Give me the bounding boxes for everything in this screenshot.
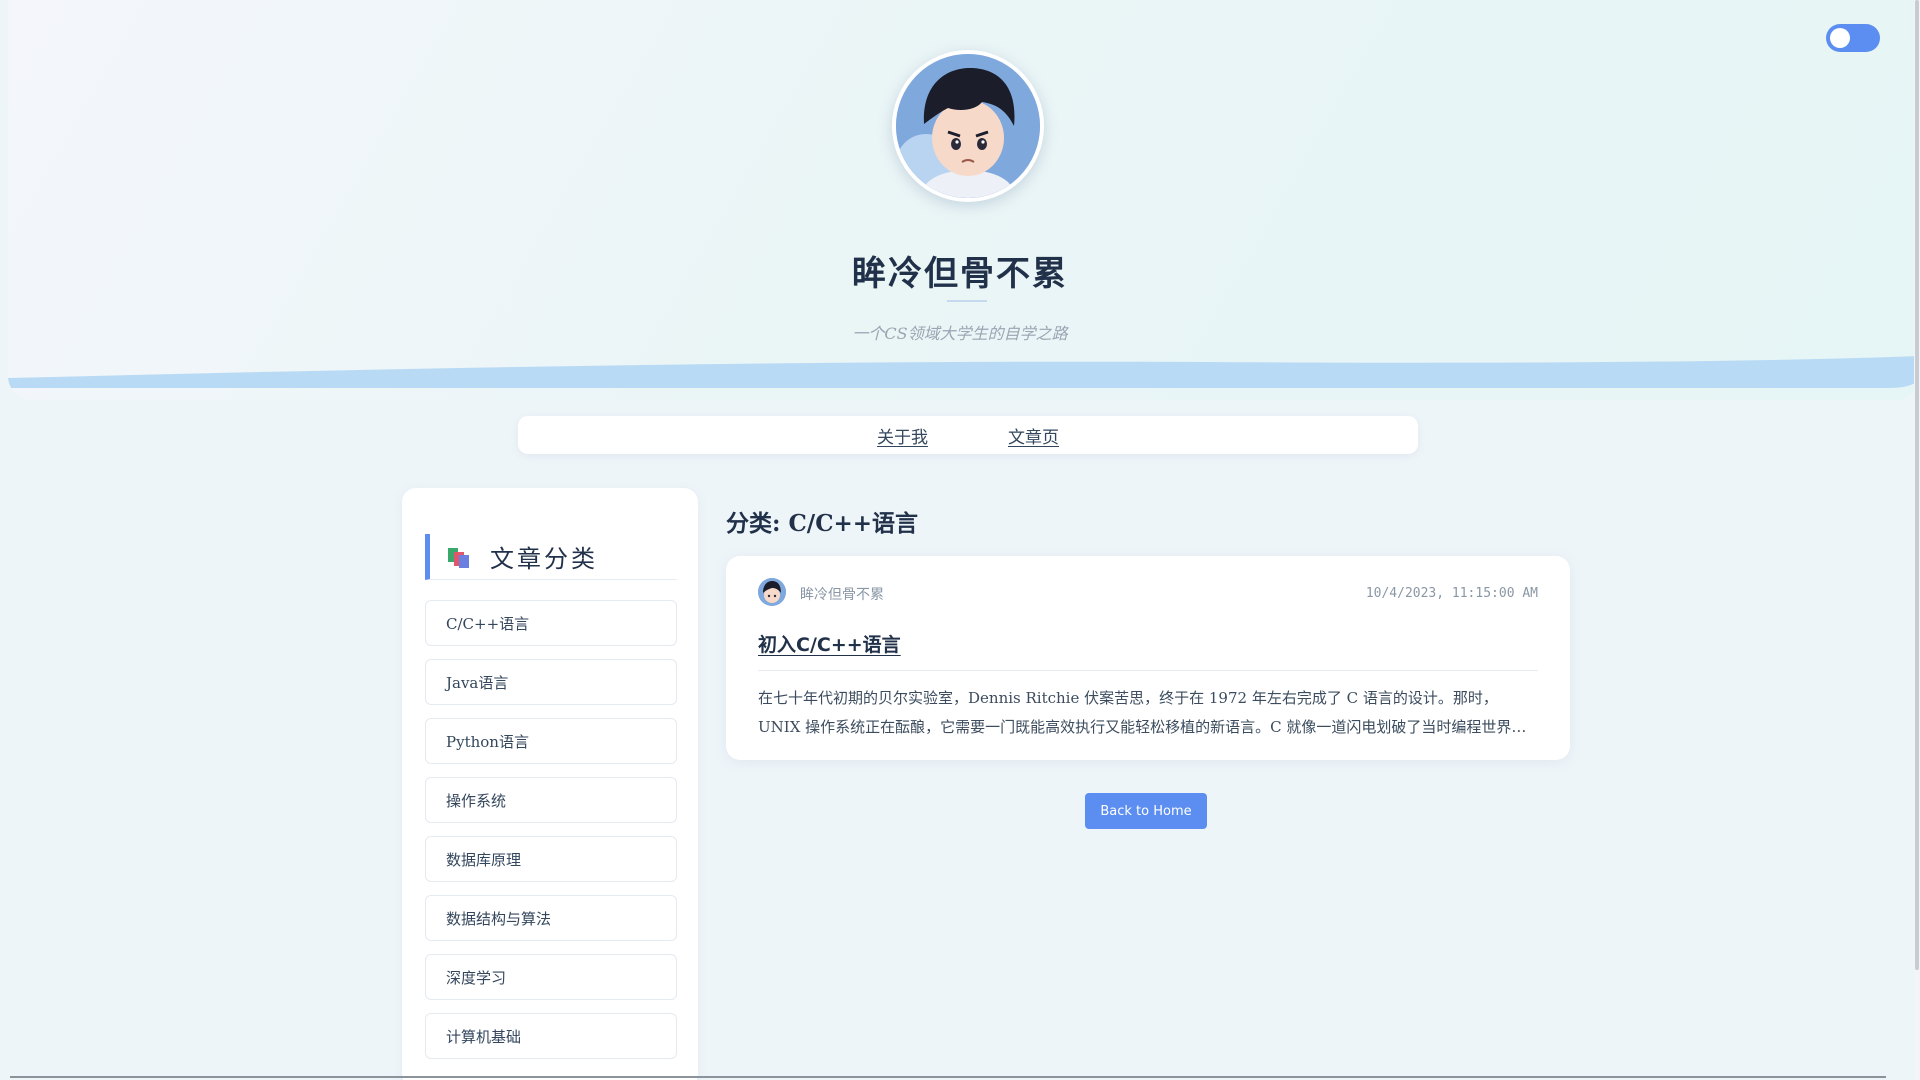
category-item-algorithms[interactable]: 数据结构与算法 (425, 895, 677, 941)
category-sidebar: 文章分类 C/C++语言 Java语言 Python语言 操作系统 数据库原理 … (402, 488, 698, 1080)
books-icon (446, 544, 474, 570)
avatar (892, 50, 1044, 202)
back-to-home-button[interactable]: Back to Home (1085, 793, 1207, 829)
post-divider (758, 670, 1538, 671)
post-card[interactable]: 眸冷但骨不累 10/4/2023, 11:15:00 AM 初入C/C++语言 … (726, 556, 1570, 760)
page: 眸冷但骨不累 一个CS领域大学生的自学之路 关于我 文章页 文章分类 C/C++… (0, 0, 1920, 1080)
top-nav: 关于我 文章页 (518, 416, 1418, 454)
toggle-switch-icon (1830, 28, 1850, 48)
post-excerpt: 在七十年代初期的贝尔实验室，Dennis Ritchie 伏案苦思，终于在 19… (758, 689, 1527, 736)
site-subtitle: 一个CS领域大学生的自学之路 (852, 324, 1068, 343)
avatar-image (896, 54, 1040, 198)
category-list: C/C++语言 Java语言 Python语言 操作系统 数据库原理 数据结构与… (425, 600, 677, 1072)
category-item-java[interactable]: Java语言 (425, 659, 677, 705)
post-date: 10/4/2023, 11:15:00 AM (1365, 586, 1538, 601)
post-title-link[interactable]: 初入C/C++语言 (758, 630, 901, 657)
category-item-os[interactable]: 操作系统 (425, 777, 677, 823)
post-author: 眸冷但骨不累 (800, 587, 884, 603)
category-item-c-cpp[interactable]: C/C++语言 (425, 600, 677, 646)
category-item-deep-learning[interactable]: 深度学习 (425, 954, 677, 1000)
theme-toggle[interactable] (1826, 24, 1880, 52)
sidebar-header: 文章分类 (425, 534, 677, 580)
category-item-python[interactable]: Python语言 (425, 718, 677, 764)
scrollbar-thumb[interactable] (1915, 0, 1919, 970)
title-underline (947, 300, 987, 302)
nav-articles-link[interactable]: 文章页 (1008, 423, 1059, 448)
header-wave (8, 356, 1920, 388)
sidebar-title: 文章分类 (490, 545, 598, 573)
bottom-divider (10, 1076, 1886, 1078)
site-title: 眸冷但骨不累 (852, 254, 1068, 294)
category-item-cs-basics[interactable]: 计算机基础 (425, 1013, 677, 1059)
author-avatar (758, 578, 786, 606)
category-item-database[interactable]: 数据库原理 (425, 836, 677, 882)
category-heading: 分类: C/C++语言 (726, 510, 919, 537)
nav-about-link[interactable]: 关于我 (877, 423, 928, 448)
